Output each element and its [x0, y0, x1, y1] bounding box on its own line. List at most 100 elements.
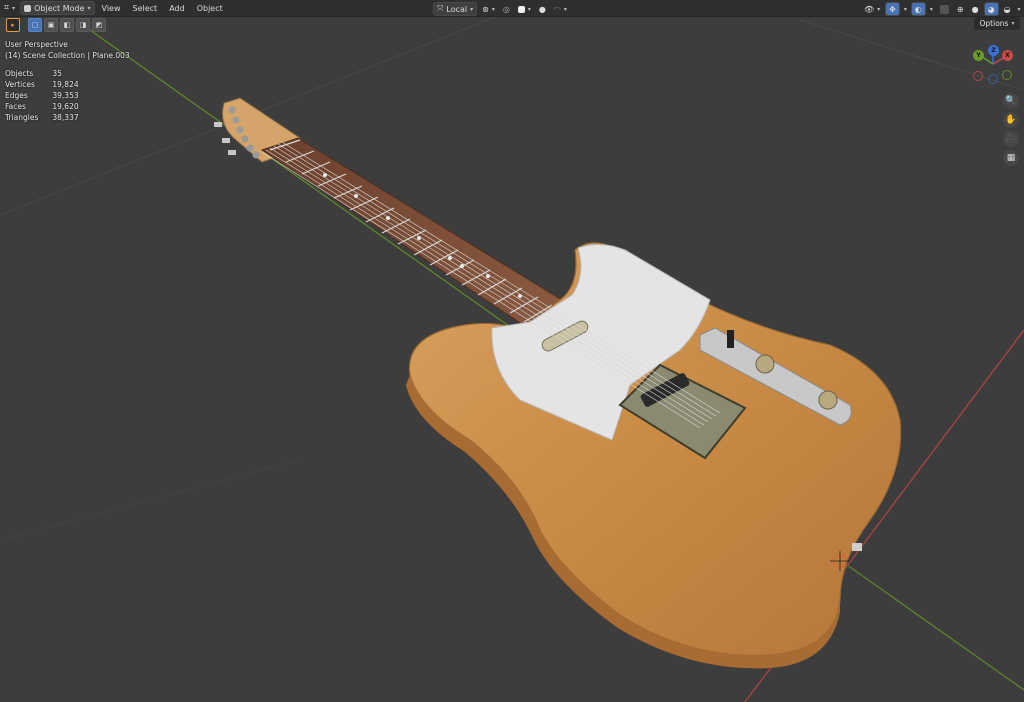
options-dropdown[interactable]: Options ▾ [974, 17, 1020, 30]
rendered-shading-button[interactable]: ◒ [1001, 3, 1014, 15]
chevron-down-icon: ▾ [527, 5, 531, 13]
transform-orientation-label: Local [446, 4, 468, 14]
visibility-icon: 👁 [864, 4, 875, 14]
chevron-down-icon[interactable]: ▾ [904, 6, 907, 13]
camera-view-button[interactable]: 🎥 [1003, 131, 1019, 147]
stat-row: Vertices 19,824 [5, 79, 79, 90]
visibility-button[interactable]: 👁 ▾ [861, 3, 883, 15]
gizmo-x-axis[interactable]: X [1002, 50, 1013, 61]
stat-label: Triangles [5, 113, 39, 122]
global-local-icon: ⤧ [437, 4, 444, 13]
gizmo-y-axis[interactable]: Y [973, 50, 984, 61]
menu-view[interactable]: View [96, 4, 127, 13]
ortho-toggle-button[interactable]: ▦ [1003, 150, 1019, 166]
xray-toggle[interactable] [937, 3, 952, 15]
chevron-down-icon[interactable]: ▾ [930, 6, 933, 13]
chevron-down-icon[interactable]: ▾ [1018, 6, 1021, 13]
gizmo-neg-x-axis[interactable] [973, 71, 983, 81]
chevron-down-icon: ▾ [491, 5, 495, 13]
stat-row: Objects 35 [5, 68, 79, 79]
pan-button[interactable]: ✋ [1003, 112, 1019, 128]
object-mode-icon [24, 4, 32, 12]
snap-icon: ◎ [502, 4, 510, 14]
gizmo-neg-y-axis[interactable] [1002, 70, 1012, 80]
menu-object[interactable]: Object [191, 4, 229, 13]
select-extend-icon: ▣ [47, 20, 55, 29]
tone-knob [818, 390, 838, 410]
pivot-icon: ⊛ [482, 4, 489, 14]
select-box-extend-button[interactable]: ▣ [44, 17, 58, 32]
stat-value: 39,353 [52, 91, 79, 100]
cursor-tool-button[interactable]: ▸ [6, 17, 20, 32]
proportional-edit-button[interactable]: ● [536, 3, 549, 15]
gizmo-icon: ✥ [889, 4, 896, 14]
object-mode-dropdown[interactable]: Object Mode ▾ [20, 1, 95, 15]
stat-row: Edges 39,353 [5, 90, 79, 101]
gizmo-z-axis[interactable]: Z [988, 45, 999, 56]
stat-value: 19,620 [52, 102, 79, 111]
menu-add[interactable]: Add [163, 4, 191, 13]
overlay-toggle[interactable]: ◐ [910, 2, 926, 16]
snap-button[interactable]: ◎ [500, 3, 513, 15]
stat-label: Edges [5, 91, 28, 100]
viewport-3d[interactable]: ⌗ ▾ Object Mode ▾ View Select Add Object ⤧… [0, 0, 1024, 702]
tuner-peg [246, 144, 254, 152]
tuner-key [228, 150, 236, 155]
xray-icon [939, 4, 949, 14]
wireframe-shading-button[interactable]: ⊕ [954, 3, 967, 15]
volume-knob [755, 354, 775, 374]
zoom-button[interactable]: 🔍 [1003, 93, 1019, 109]
view-name: User Perspective [5, 40, 68, 49]
viewport-header: ⌗ ▾ Object Mode ▾ View Select Add Object ⤧… [0, 0, 1024, 17]
stat-value: 38,337 [52, 113, 79, 122]
select-box-invert-button[interactable]: ◨ [76, 17, 90, 32]
tuner-peg [228, 106, 236, 114]
stat-row: Triangles 38,337 [5, 112, 79, 123]
zoom-icon: 🔍 [1005, 96, 1017, 106]
chevron-down-icon: ▾ [563, 5, 567, 13]
tuner-peg [241, 135, 249, 143]
select-intersect-icon: ◩ [95, 20, 103, 29]
select-box-new-button[interactable]: ▢ [28, 17, 42, 32]
snap-target-icon [517, 5, 525, 13]
pickup-selector [727, 330, 734, 348]
stat-label: Faces [5, 102, 26, 111]
select-subtract-icon: ◧ [63, 20, 71, 29]
stat-label: Vertices [5, 80, 35, 89]
chevron-down-icon: ▾ [1011, 20, 1015, 27]
overlay-icon: ◐ [914, 4, 922, 14]
proportional-falloff-button[interactable]: ◠ ▾ [551, 3, 570, 15]
pivot-point-button[interactable]: ⊛ ▾ [479, 3, 498, 15]
material-shading-icon: ◕ [987, 4, 995, 14]
transform-orientation-dropdown[interactable]: ⤧ Local ▾ [433, 2, 478, 16]
tuner-key [214, 122, 222, 127]
material-shading-button[interactable]: ◕ [983, 2, 999, 16]
gizmo-neg-z-axis[interactable] [988, 74, 998, 84]
stat-row: Faces 19,620 [5, 101, 79, 112]
tuner-peg [236, 126, 244, 134]
editor-type-button[interactable]: ⌗ ▾ [1, 2, 18, 14]
viewport-info: User Perspective (14) Scene Collection |… [5, 39, 130, 61]
wireframe-shading-icon: ⊕ [956, 4, 964, 14]
stat-value: 19,824 [52, 80, 79, 89]
gizmo-toggle[interactable]: ✥ [885, 2, 900, 16]
editor-type-icon: ⌗ [4, 3, 10, 13]
menu-select[interactable]: Select [127, 4, 164, 13]
navigation-gizmo[interactable]: Z Y X [970, 42, 1018, 88]
select-box-icon: ▢ [31, 20, 39, 29]
chevron-down-icon: ▾ [87, 4, 91, 12]
options-label: Options [979, 19, 1009, 28]
grid-ortho-icon: ▦ [1006, 153, 1016, 163]
falloff-icon: ◠ [553, 4, 561, 14]
tuner-peg [252, 151, 260, 159]
scene-statistics: Objects 35 Vertices 19,824 Edges 39,353 Fac… [5, 68, 79, 123]
chevron-down-icon: ▾ [877, 5, 881, 13]
select-box-intersect-button[interactable]: ◩ [92, 17, 106, 32]
snap-target-button[interactable]: ▾ [515, 3, 534, 15]
chevron-down-icon: ▾ [12, 4, 16, 12]
stat-label: Objects [5, 69, 34, 78]
solid-shading-button[interactable]: ● [969, 3, 982, 15]
viewport-scene [0, 14, 1024, 702]
tool-row: ▸ ▢ ▣ ◧ ◨ ◩ [6, 17, 108, 32]
select-box-subtract-button[interactable]: ◧ [60, 17, 74, 32]
